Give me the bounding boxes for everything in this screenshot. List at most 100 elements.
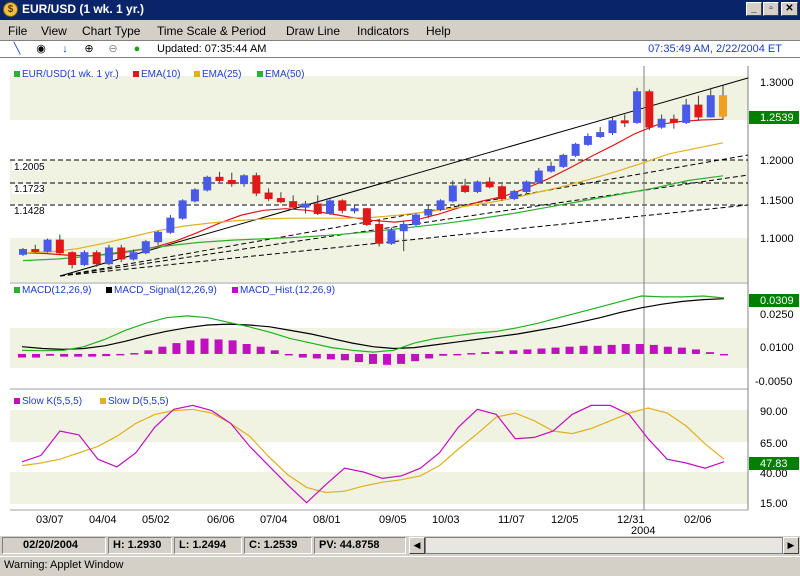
candle-body: [227, 179, 236, 185]
warning-bar: Warning: Applet Window: [0, 556, 800, 576]
status-pv: PV: 44.8758: [314, 537, 406, 554]
stoch-tick-3: 15.00: [760, 498, 788, 510]
legend-ema10: EMA(10): [141, 69, 180, 80]
menu-draw-line[interactable]: Draw Line: [286, 24, 340, 38]
zoom-out-icon[interactable]: ⊖: [104, 42, 122, 57]
candle-body: [694, 104, 703, 118]
x-label-2: 05/02: [142, 514, 170, 526]
macd-hist-bar: [284, 353, 293, 356]
macd-hist-bar: [158, 346, 167, 354]
macd-tick-2: -0.0050: [755, 376, 792, 388]
hline-label-3: 1.1428: [14, 206, 45, 217]
candle-body: [68, 252, 77, 265]
legend-slowk: Slow K(5,5,5): [22, 396, 82, 407]
price-tick-3: 1.1500: [760, 195, 794, 207]
candle-body: [215, 176, 224, 181]
status-close: C: 1.2539: [244, 537, 312, 554]
draw-line-icon[interactable]: ╲: [8, 42, 26, 57]
candle-body: [313, 203, 322, 214]
menu-help[interactable]: Help: [426, 24, 451, 38]
macd-hist-bar: [481, 352, 490, 354]
crosshair-icon[interactable]: ◉: [32, 42, 50, 57]
candle-body: [31, 249, 40, 253]
candle-body: [387, 230, 396, 244]
macd-hist-bar: [270, 350, 279, 354]
price-tick-2: 1.2000: [760, 155, 794, 167]
macd-hist-bar: [565, 346, 574, 354]
candle-body: [571, 143, 580, 156]
macd-y-axis: 0.0250 0.0100 -0.0050: [755, 309, 794, 388]
price-tick-0: 1.3000: [760, 77, 794, 89]
macd-hist-bar: [635, 343, 644, 354]
candle-body: [289, 201, 298, 208]
macd-hist-bar: [537, 348, 546, 354]
hline-label-2: 1.1723: [14, 184, 45, 195]
maximize-button[interactable]: ▫: [763, 2, 779, 16]
legend-swatch-ema25: [194, 71, 200, 77]
down-arrow-icon[interactable]: ↓: [56, 42, 74, 57]
macd-hist-bar: [467, 353, 476, 355]
candle-body: [645, 91, 654, 128]
menu-file[interactable]: File: [8, 24, 27, 38]
x-label-8: 11/07: [498, 514, 525, 526]
status-low: L: 1.2494: [174, 537, 242, 554]
candle-body: [80, 252, 89, 265]
legend-hist: MACD_Hist.(12,26,9): [240, 285, 335, 296]
macd-tick-0: 0.0250: [760, 309, 794, 321]
legend-swatch-eurusd: [14, 71, 20, 77]
macd-hist-bar: [649, 344, 658, 354]
horizontal-scrollbar[interactable]: [425, 537, 783, 554]
candle-body: [117, 247, 126, 260]
window-title: EUR/USD (1 wk. 1 yr.): [22, 2, 145, 16]
refresh-icon[interactable]: ●: [128, 42, 146, 57]
candle-body: [141, 241, 150, 254]
minimize-button[interactable]: _: [746, 2, 762, 16]
candle-body: [240, 175, 249, 185]
candle-body: [203, 176, 212, 191]
close-button[interactable]: ✕: [781, 2, 798, 16]
candle-body: [620, 120, 629, 124]
menu-chart-type[interactable]: Chart Type: [82, 24, 140, 38]
menu-view[interactable]: View: [41, 24, 67, 38]
candle-body: [19, 249, 27, 255]
candle-body: [399, 223, 408, 232]
candle-body: [547, 165, 556, 172]
candle-body: [350, 208, 359, 212]
candle-body: [522, 181, 531, 192]
candle-body: [92, 252, 101, 265]
candle-body: [583, 136, 592, 145]
x-label-9: 12/05: [551, 514, 579, 526]
legend-swatch-ema50: [257, 71, 263, 77]
candle-body: [264, 192, 273, 200]
candle-body: [559, 154, 568, 167]
scroll-right-button[interactable]: ▶: [783, 537, 799, 554]
chart-area[interactable]: 1.2005 1.1723 1.1428 EUR/USD(1 wk. 1 yr.…: [0, 58, 800, 537]
x-axis: 03/07 04/04 05/02 06/06 07/04 08/01 09/0…: [36, 514, 712, 537]
legend-signal: MACD_Signal(12,26,9): [114, 285, 217, 296]
macd-hist-bar: [509, 350, 518, 354]
legend-swatch-ema10: [133, 71, 139, 77]
macd-hist-bar: [677, 347, 686, 354]
candle-body: [424, 209, 433, 216]
menu-indicators[interactable]: Indicators: [357, 24, 409, 38]
macd-hist-bar: [88, 353, 97, 357]
macd-hist-bar: [228, 340, 237, 354]
legend-swatch-signal: [106, 287, 112, 293]
macd-hist-bar: [397, 353, 406, 364]
candle-body: [682, 104, 691, 123]
stoch-bands: [10, 398, 748, 504]
candle-body: [129, 252, 138, 260]
macd-hist-bar: [425, 353, 434, 359]
macd-hist-bar: [453, 353, 462, 356]
hline-labels: 1.2005 1.1723 1.1428: [12, 161, 45, 217]
toolbar: ╲ ◉ ↓ ⊕ ⊖ ● Updated: 07:35:44 AM 07:35:4…: [0, 40, 800, 58]
scroll-left-button[interactable]: ◀: [409, 537, 425, 554]
candle-body: [633, 91, 642, 123]
macd-hist-bar: [256, 346, 265, 354]
candle-body: [596, 132, 605, 138]
candle-body: [534, 170, 543, 183]
candle-body: [178, 200, 187, 219]
zoom-in-icon[interactable]: ⊕: [80, 42, 98, 57]
menu-time-scale[interactable]: Time Scale & Period: [157, 24, 266, 38]
x-label-6: 09/05: [379, 514, 407, 526]
